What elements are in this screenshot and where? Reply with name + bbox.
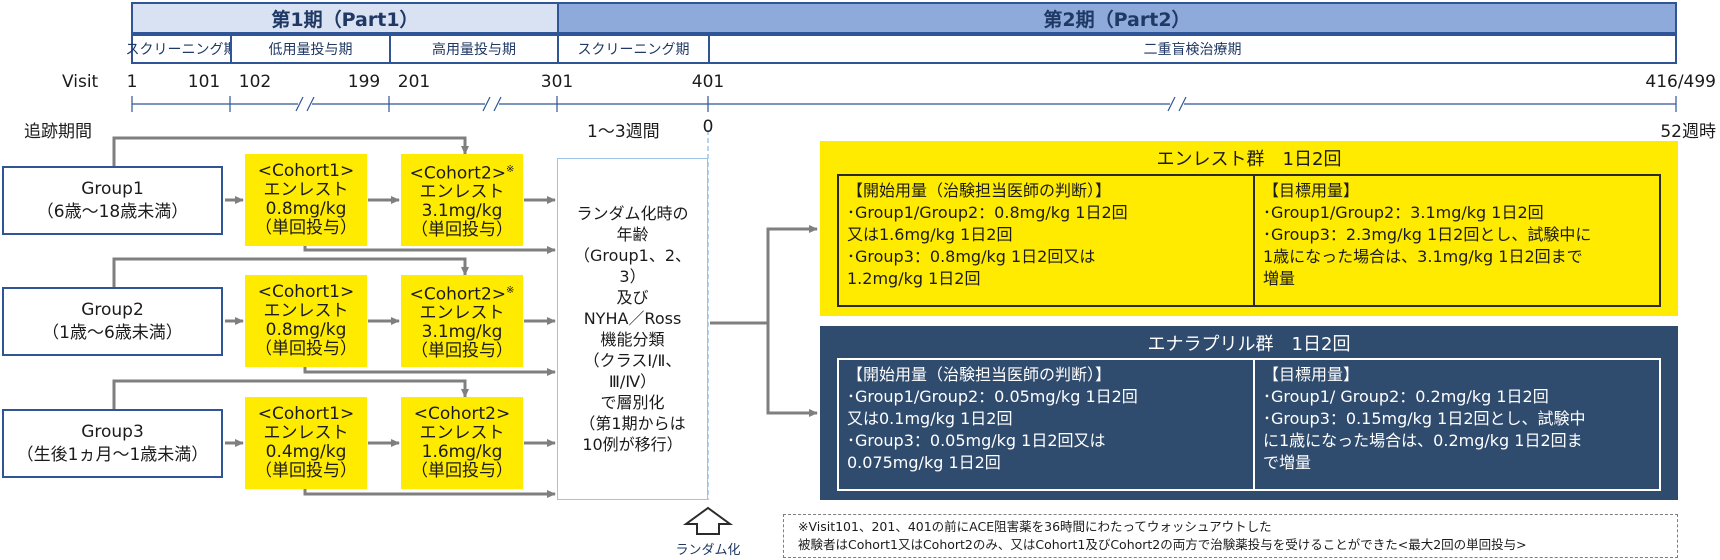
target-dose-line: に1歳になった場合は、0.2mg/kg 1日2回ま <box>1263 431 1583 450</box>
start-dose-title: 【開始用量（治験担当医師の判断）】 <box>847 181 1112 200</box>
start-dose-title: 【開始用量（治験担当医師の判断）】 <box>847 365 1112 384</box>
group2-cohort1-box: <Cohort1> エンレスト 0.8mg/kg （単回投与） <box>245 275 367 367</box>
cohort-drug: エンレスト <box>263 423 349 443</box>
footnote-line: ※Visit101、201、401の前にACE阻害薬を36時間にわたってウォッシ… <box>798 519 1272 534</box>
cohort-dose: 0.8mg/kg <box>265 199 347 219</box>
start-dose-line: 1.2mg/kg 1日2回 <box>847 269 981 288</box>
strat-line: で層別化 <box>600 393 665 412</box>
target-dose-line: ･Group1/ Group2：0.2mg/kg 1日2回 <box>1263 387 1549 406</box>
target-dose-line: ･Group3：0.15mg/kg 1日2回とし、試験中 <box>1263 409 1586 428</box>
cohort-title: <Cohort1> <box>257 282 355 302</box>
strat-line: 機能分類 <box>600 330 665 349</box>
cohort-drug: エンレスト <box>419 303 505 324</box>
strat-line: 3） <box>619 267 646 286</box>
cohort-title: <Cohort1> <box>257 404 355 424</box>
cohort-title: <Cohort2>※ <box>409 163 515 184</box>
randomization-stratification-box: ランダム化時の 年齢 （Group1、2、 3） 及び NYHA／Ross 機能… <box>557 158 708 500</box>
target-dose-line: ･Group3：2.3mg/kg 1日2回とし、試験中に <box>1263 225 1592 244</box>
start-dose-line: ･Group1/Group2：0.05mg/kg 1日2回 <box>847 387 1138 406</box>
footnote-mark: ※ <box>506 284 515 296</box>
target-dose-line: 増量 <box>1263 269 1296 288</box>
arm-title: エナラプリル群 1日2回 <box>1147 334 1351 355</box>
entresto-target-dose-box: 【目標用量】 ･Group1/Group2：3.1mg/kg 1日2回 ･Gro… <box>1253 174 1661 307</box>
cohort-dose: 1.6mg/kg <box>421 442 503 462</box>
start-dose-line: 又は1.6mg/kg 1日2回 <box>847 225 1013 244</box>
start-dose-line: 0.075mg/kg 1日2回 <box>847 453 1001 472</box>
strat-line: NYHA／Ross <box>583 309 682 328</box>
enalapril-arm-box: エナラプリル群 1日2回 【開始用量（治験担当医師の判断）】 ･Group1/G… <box>820 326 1678 500</box>
entresto-arm-box: エンレスト群 1日2回 【開始用量（治験担当医師の判断）】 ･Group1/Gr… <box>820 141 1678 316</box>
strat-line: 年齢 <box>616 225 649 244</box>
cohort-regimen: （単回投与） <box>411 341 513 362</box>
randomization-arrow-icon <box>682 506 734 535</box>
cohort-regimen: （単回投与） <box>255 339 357 359</box>
group1-box: Group1 （6歳〜18歳未満） <box>2 166 223 235</box>
weeks-label: 1〜3週間 <box>587 122 660 142</box>
start-dose-line: ･Group3：0.8mg/kg 1日2回又は <box>847 247 1096 266</box>
group2-box: Group2 （1歳〜6歳未満） <box>2 287 223 356</box>
week-zero-label: 0 <box>702 117 714 137</box>
strat-line: （第1期からは <box>579 414 686 433</box>
cohort-title: <Cohort1> <box>257 161 355 181</box>
group-age: （生後1ヵ月〜1歳未満） <box>16 444 209 465</box>
group-name: Group2 <box>81 299 144 320</box>
cohort-title: <Cohort2> <box>413 404 511 424</box>
cohort-drug: エンレスト <box>419 182 505 203</box>
cohort-title: <Cohort2>※ <box>409 284 515 305</box>
target-dose-line: ･Group1/Group2：3.1mg/kg 1日2回 <box>1263 203 1544 222</box>
enalapril-start-dose-box: 【開始用量（治験担当医師の判断）】 ･Group1/Group2：0.05mg/… <box>837 358 1255 491</box>
cohort-dose: 3.1mg/kg <box>421 201 503 222</box>
strat-line: 及び <box>616 288 649 307</box>
group2-cohort2-box: <Cohort2>※ エンレスト 3.1mg/kg （単回投与） <box>401 275 523 367</box>
cohort-dose: 0.4mg/kg <box>265 442 347 462</box>
target-dose-line: 1歳になった場合は、3.1mg/kg 1日2回まで <box>1263 247 1583 266</box>
end-week-label: 52週時 <box>1660 122 1716 142</box>
cohort-dose: 0.8mg/kg <box>265 320 347 340</box>
group-name: Group1 <box>81 178 144 199</box>
target-dose-line: で増量 <box>1263 453 1312 472</box>
strat-line: （クラスⅠ/Ⅱ、 <box>583 351 682 370</box>
target-dose-title: 【目標用量】 <box>1263 365 1360 384</box>
cohort-regimen: （単回投与） <box>411 220 513 241</box>
group-age: （6歳〜18歳未満） <box>36 201 189 222</box>
group1-cohort1-box: <Cohort1> エンレスト 0.8mg/kg （単回投与） <box>245 154 367 246</box>
entresto-start-dose-box: 【開始用量（治験担当医師の判断）】 ･Group1/Group2：0.8mg/k… <box>837 174 1255 307</box>
strat-line: Ⅲ/Ⅳ） <box>608 372 657 391</box>
cohort-regimen: （単回投与） <box>255 218 357 238</box>
target-dose-title: 【目標用量】 <box>1263 181 1360 200</box>
followup-label: 追跡期間 <box>24 122 92 142</box>
arm-title: エンレスト群 1日2回 <box>1156 149 1342 170</box>
footnote-mark: ※ <box>506 163 515 175</box>
group3-cohort2-box: <Cohort2> エンレスト 1.6mg/kg （単回投与） <box>401 397 523 489</box>
strat-line: 10例が移行） <box>582 435 683 454</box>
timeline-axis <box>131 96 1677 112</box>
group-name: Group3 <box>81 421 144 442</box>
start-dose-line: 又は0.1mg/kg 1日2回 <box>847 409 1013 428</box>
footnote-box: ※Visit101、201、401の前にACE阻害薬を36時間にわたってウォッシ… <box>783 514 1678 558</box>
group1-cohort2-box: <Cohort2>※ エンレスト 3.1mg/kg （単回投与） <box>401 154 523 246</box>
cohort-drug: エンレスト <box>263 301 349 321</box>
group3-cohort1-box: <Cohort1> エンレスト 0.4mg/kg （単回投与） <box>245 397 367 489</box>
cohort-drug: エンレスト <box>263 180 349 200</box>
start-dose-line: ･Group3：0.05mg/kg 1日2回又は <box>847 431 1106 450</box>
group3-box: Group3 （生後1ヵ月〜1歳未満） <box>2 409 223 478</box>
cohort-regimen: （単回投与） <box>411 461 513 481</box>
cohort-regimen: （単回投与） <box>255 461 357 481</box>
group-age: （1歳〜6歳未満） <box>42 322 183 343</box>
strat-line: （Group1、2、 <box>573 246 692 265</box>
cohort-dose: 3.1mg/kg <box>421 322 503 343</box>
cohort-drug: エンレスト <box>419 423 505 443</box>
strat-line: ランダム化時の <box>576 204 689 223</box>
start-dose-line: ･Group1/Group2：0.8mg/kg 1日2回 <box>847 203 1128 222</box>
randomization-label: ランダム化 <box>675 543 741 558</box>
footnote-line: 被験者はCohort1又はCohort2のみ、又はCohort1及びCohort… <box>798 537 1527 552</box>
enalapril-target-dose-box: 【目標用量】 ･Group1/ Group2：0.2mg/kg 1日2回 ･Gr… <box>1253 358 1661 491</box>
